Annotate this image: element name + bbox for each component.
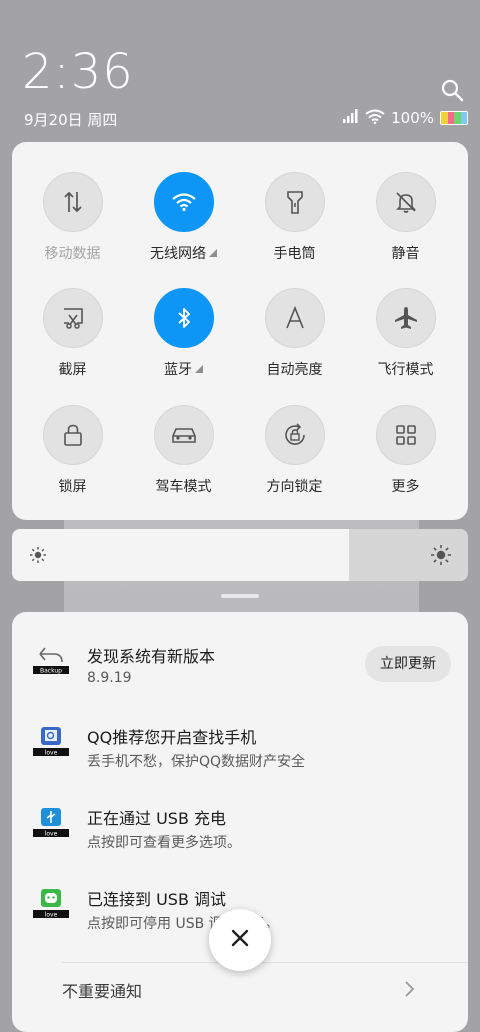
notification-system-update[interactable]: Backup 发现系统有新版本 8.9.19 立即更新: [12, 612, 468, 697]
notification-subtitle: 点按即可查看更多选项。: [87, 835, 241, 851]
tile-label: 驾车模式: [155, 479, 212, 495]
tile-label: 无线网络: [128, 243, 239, 263]
brightness-low-icon: [29, 546, 47, 568]
tile-label: 移动数据: [44, 246, 101, 262]
tile-bluetooth[interactable]: 蓝牙: [128, 288, 239, 379]
search-icon[interactable]: [440, 78, 464, 102]
android-debug-icon: love: [32, 888, 70, 922]
usb-icon: love: [32, 807, 70, 841]
tile-label: 更多: [391, 479, 420, 495]
wifi-status-icon: [365, 109, 385, 128]
notification-title: 正在通过 USB 充电: [87, 809, 227, 828]
signal-icon: [343, 109, 359, 127]
tile-mobile-data[interactable]: 移动数据: [17, 172, 128, 263]
update-now-button[interactable]: 立即更新: [365, 646, 451, 682]
unimportant-notifications-link[interactable]: 不重要通知: [62, 978, 142, 1002]
tile-label: 蓝牙: [128, 359, 239, 379]
tile-label: 锁屏: [58, 479, 87, 495]
battery-icon: [440, 111, 468, 125]
lock-icon[interactable]: [42, 405, 103, 465]
tile-mute-bell[interactable]: 静音: [350, 172, 461, 263]
clear-all-button[interactable]: [209, 909, 271, 971]
divider: [62, 962, 468, 963]
tile-screenshot[interactable]: 截屏: [17, 288, 128, 379]
tile-label: 自动亮度: [266, 362, 323, 378]
find-phone-icon: love: [32, 726, 70, 760]
notification-subtitle: 8.9.19: [87, 670, 132, 686]
tile-label: 静音: [391, 246, 420, 262]
expand-triangle-icon[interactable]: [209, 249, 217, 257]
close-icon: [231, 929, 249, 951]
tile-label: 飞行模式: [377, 362, 434, 378]
airplane-icon[interactable]: [375, 288, 436, 348]
mobile-data-icon[interactable]: [42, 172, 103, 232]
usb-icon-text: love: [45, 831, 58, 838]
expand-triangle-icon[interactable]: [195, 365, 203, 373]
brightness-high-icon: [430, 544, 452, 570]
notification-title: QQ推荐您开启查找手机: [87, 728, 257, 747]
tile-wifi[interactable]: 无线网络: [128, 172, 239, 263]
grid-icon[interactable]: [375, 405, 436, 465]
chevron-right-icon[interactable]: [402, 980, 416, 1002]
tile-auto-brightness[interactable]: 自动亮度: [239, 288, 350, 379]
date-label[interactable]: 9月20日 周四: [24, 109, 117, 130]
tile-lock[interactable]: 锁屏: [17, 405, 128, 496]
notification-title: 已连接到 USB 调试: [87, 890, 227, 909]
tile-grid[interactable]: 更多: [350, 405, 461, 496]
android-debug-icon-text: love: [45, 912, 58, 919]
tile-rotation-lock[interactable]: 方向锁定: [239, 405, 350, 496]
backup-icon: Backup: [32, 644, 70, 678]
brightness-slider[interactable]: [12, 529, 468, 581]
flashlight-icon[interactable]: [264, 172, 325, 232]
tile-car[interactable]: 驾车模式: [128, 405, 239, 496]
tile-flashlight[interactable]: 手电筒: [239, 172, 350, 263]
car-icon[interactable]: [153, 405, 214, 465]
wifi-icon[interactable]: [153, 172, 214, 232]
tile-label: 方向锁定: [266, 479, 323, 495]
screenshot-icon[interactable]: [42, 288, 103, 348]
notification-title: 发现系统有新版本: [87, 647, 216, 666]
tile-label: 截屏: [58, 362, 87, 378]
find-phone-icon-text: love: [45, 750, 58, 757]
bluetooth-icon[interactable]: [153, 288, 214, 348]
rotation-lock-icon[interactable]: [264, 405, 325, 465]
notification-qq-find-phone[interactable]: love QQ推荐您开启查找手机 丢手机不愁，保护QQ数据财产安全: [12, 712, 468, 782]
backup-icon-text: Backup: [40, 668, 62, 675]
clock[interactable]: 2:36: [22, 48, 134, 96]
panel-drag-handle[interactable]: [221, 594, 259, 598]
quick-settings-panel: 移动数据 无线网络 手电筒 静音截屏 蓝牙 自动亮度 飞行模式锁屏 驾车模式 方向锁定 更多: [12, 142, 468, 520]
auto-brightness-icon[interactable]: [264, 288, 325, 348]
notification-subtitle: 丢手机不愁，保护QQ数据财产安全: [87, 754, 306, 770]
tile-label: 手电筒: [273, 246, 316, 262]
notification-usb-charging[interactable]: love 正在通过 USB 充电 点按即可查看更多选项。: [12, 793, 468, 863]
battery-percent: 100%: [391, 109, 434, 127]
mute-bell-icon[interactable]: [375, 172, 436, 232]
status-bar-icons: 100%: [343, 108, 468, 128]
tile-airplane[interactable]: 飞行模式: [350, 288, 461, 379]
